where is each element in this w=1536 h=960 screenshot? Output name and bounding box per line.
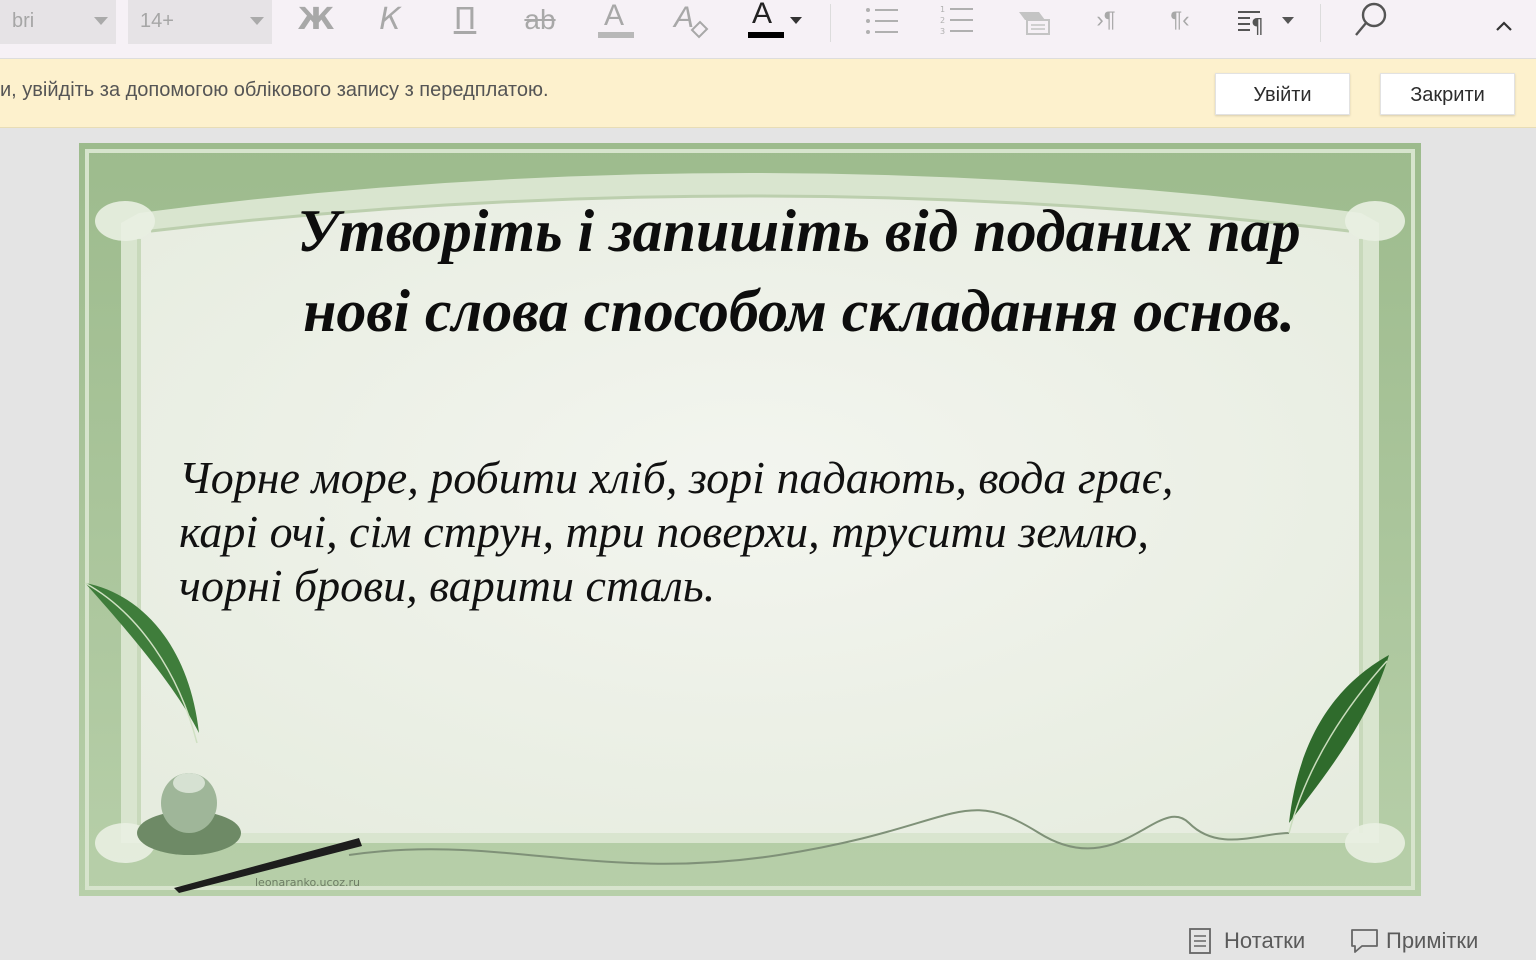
font-color-icon: A [604,0,625,32]
notice-message: и, увійдіть за допомогою облікового запи… [0,79,549,101]
slide-title-line: нові слова способом складання основ. [303,278,1295,344]
chevron-down-icon [250,17,264,25]
comment-icon [1351,929,1378,953]
italic-icon: К [379,2,401,37]
numbered-list-icon: 1 2 3 [940,5,973,36]
formatting-toolbar: bri 14+ Ж К П ab A A A 1 2 3 ›¶ ¶‹ ¶ [0,0,1536,59]
paragraph-button[interactable]: ¶ [1232,2,1302,40]
strikethrough-button[interactable]: ab [516,2,564,40]
notes-label: Нотатки [1224,928,1306,953]
slide-credit: leonaranko.ucoz.ru [255,876,361,889]
ltr-button[interactable]: ›¶ [1082,2,1130,40]
font-size-value: 14+ [140,10,174,32]
paragraph-icon: ¶ [1238,11,1264,36]
rtl-icon: ¶‹ [1170,7,1190,32]
text-color-button[interactable]: A [742,0,806,40]
highlight-button[interactable]: A [592,0,640,40]
eraser-icon [690,20,709,39]
body-line: карі очі, сім струн, три поверхи, трусит… [179,506,1149,557]
chevron-down-icon [790,17,802,24]
font-name-value: bri [12,10,35,32]
slide-title-line: Утворіть і запишіть від поданих пар [297,198,1301,264]
search-icon [1355,2,1387,36]
font-name-select[interactable]: bri [0,0,116,44]
text-color-swatch [748,32,784,38]
toolbar-divider [1320,4,1321,42]
ltr-icon: ›¶ [1096,7,1116,32]
comments-label: Примітки [1386,928,1479,953]
underline-button[interactable]: П [441,2,489,40]
slide-canvas[interactable]: Утворіть і запишіть від поданих пар нові… [79,143,1421,896]
decrease-indent-icon [1019,12,1050,35]
comments-button[interactable]: Примітки [1350,924,1500,958]
search-button[interactable] [1346,2,1394,40]
text-color-icon: A [752,0,773,30]
underline-icon: П [453,2,477,37]
notes-icon [1189,928,1211,954]
sign-in-button[interactable]: Увійти [1215,73,1350,115]
strikethrough-icon: ab [524,4,556,35]
body-line: чорні брови, варити сталь. [179,560,716,611]
chevron-up-icon [1496,21,1512,31]
body-line: Чорне море, робити хліб, зорі падають, в… [179,452,1174,503]
indent-button[interactable] [1008,2,1056,40]
slide-body-text[interactable]: Чорне море, робити хліб, зорі падають, в… [179,451,1339,613]
close-notice-button[interactable]: Закрити [1380,73,1515,115]
highlight-color-swatch [598,32,634,38]
bold-icon: Ж [297,2,335,37]
subscription-notice-bar: и, увійдіть за допомогою облікового запи… [0,59,1536,128]
numbered-list-button[interactable]: 1 2 3 [933,2,981,40]
rtl-button[interactable]: ¶‹ [1156,2,1204,40]
svg-text:1: 1 [940,5,945,14]
bullet-list-icon [866,8,898,34]
svg-text:¶: ¶ [1251,14,1264,36]
italic-button[interactable]: К [366,2,414,40]
notes-button[interactable]: Нотатки [1188,924,1318,958]
svg-text:3: 3 [940,27,945,36]
slide-title[interactable]: Утворіть і запишіть від поданих пар нові… [269,191,1329,351]
font-size-select[interactable]: 14+ [128,0,272,44]
chevron-down-icon [1282,17,1294,24]
clear-format-button[interactable]: A [666,1,714,40]
chevron-down-icon [94,17,108,25]
collapse-ribbon-button[interactable] [1492,14,1516,38]
toolbar-divider [830,4,831,42]
bold-button[interactable]: Ж [292,2,340,40]
svg-text:2: 2 [940,16,945,25]
bullet-list-button[interactable] [858,2,906,40]
